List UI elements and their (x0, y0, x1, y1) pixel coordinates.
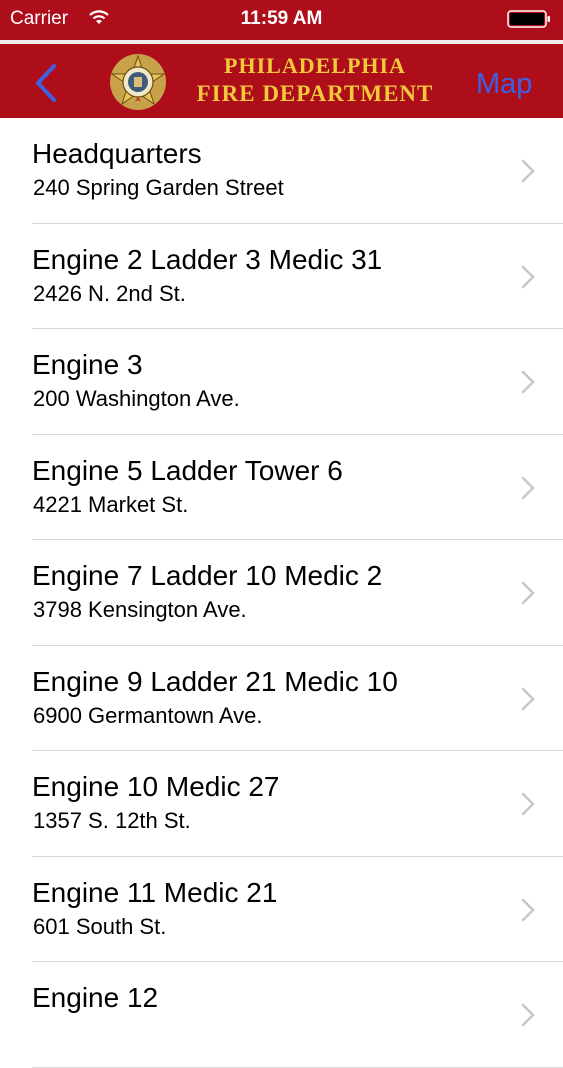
chevron-right-icon (521, 792, 535, 816)
station-name: Headquarters (32, 138, 202, 169)
station-name: Engine 12 (32, 982, 159, 1013)
chevron-right-icon (521, 159, 535, 183)
chevron-right-icon (521, 898, 535, 921)
navigation-bar: PHILADELPHIA FIRE DEPARTMENT Map (0, 40, 563, 118)
chevron-right-icon (521, 581, 535, 605)
station-address: 1357 S. 12th St. (33, 808, 191, 833)
chevron-right-icon (521, 687, 535, 710)
title-line-2: FIRE DEPARTMENT (196, 81, 434, 106)
station-row-engine-10[interactable]: Engine 10 Medic 27 1357 S. 12th St. (0, 751, 563, 857)
station-address: 601 South St. (33, 913, 167, 939)
status-bar: Carrier 11:59 AM (0, 0, 563, 40)
station-address: 6900 Germantown Ave. (33, 702, 263, 728)
station-name: Engine 2 Ladder 3 Medic 31 (32, 243, 383, 275)
station-row-engine-2[interactable]: Engine 2 Ladder 3 Medic 31 2426 N. 2nd S… (0, 224, 563, 330)
station-name: Engine 5 Ladder Tower 6 (32, 454, 343, 486)
status-time: 11:59 AM (240, 8, 323, 29)
fire-department-logo (110, 54, 166, 110)
station-name: Engine 11 Medic 21 (32, 876, 278, 908)
chevron-right-icon (521, 1003, 535, 1027)
station-row-engine-11[interactable]: Engine 11 Medic 21 601 South St. (0, 857, 563, 963)
title-line-1: PHILADELPHIA (224, 53, 406, 78)
chevron-right-icon (521, 476, 535, 499)
chevron-right-icon (521, 370, 535, 394)
chevron-right-icon (521, 265, 535, 288)
station-address: 4221 Market St. (33, 491, 189, 517)
station-name: Engine 7 Ladder 10 Medic 2 (32, 560, 383, 591)
station-address: 240 Spring Garden Street (33, 175, 284, 200)
station-row-engine-5[interactable]: Engine 5 Ladder Tower 6 4221 Market St. (0, 435, 563, 541)
station-row-engine-9[interactable]: Engine 9 Ladder 21 Medic 10 6900 Germant… (0, 646, 563, 752)
station-address: 200 Washington Ave. (33, 386, 240, 411)
station-address: 2426 N. 2nd St. (33, 280, 186, 306)
station-name: Engine 9 Ladder 21 Medic 10 (32, 665, 398, 697)
station-list: Headquarters 240 Spring Garden Street En… (0, 118, 563, 1068)
department-title: PHILADELPHIA FIRE DEPARTMENT (170, 52, 460, 108)
station-row-engine-7[interactable]: Engine 7 Ladder 10 Medic 2 3798 Kensingt… (0, 540, 563, 646)
station-row-headquarters[interactable]: Headquarters 240 Spring Garden Street (0, 118, 563, 224)
station-name: Engine 3 (32, 349, 143, 380)
station-row-engine-12[interactable]: Engine 12 (0, 962, 563, 1068)
battery-icon (507, 10, 550, 28)
back-button[interactable] (30, 62, 66, 104)
station-row-engine-3[interactable]: Engine 3 200 Washington Ave. (0, 329, 563, 435)
map-button[interactable]: Map (476, 68, 532, 101)
station-address: 3798 Kensington Ave. (33, 597, 247, 622)
station-name: Engine 10 Medic 27 (32, 771, 280, 802)
